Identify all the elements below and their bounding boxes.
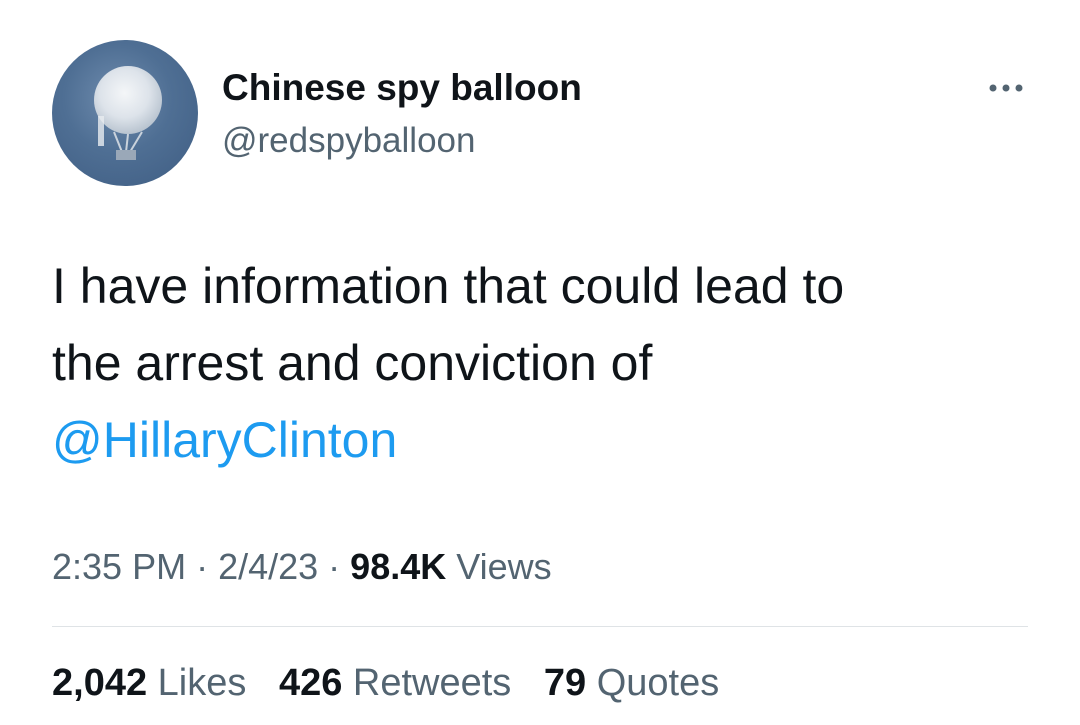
quotes-label: Quotes	[596, 662, 720, 704]
retweets-count: 426	[278, 662, 343, 704]
author-handle[interactable]: @redspyballoon	[222, 120, 475, 162]
tweet-text: I have information that could lead to th…	[52, 248, 1042, 479]
balloon-avatar-icon[interactable]	[52, 40, 198, 186]
tweet-card: Chinese spy balloon @redspyballoon I hav…	[0, 0, 1080, 725]
likes-count: 2,042	[52, 662, 148, 704]
views-count: 98.4K	[350, 546, 447, 587]
quotes-stat[interactable]: 79 Quotes	[544, 662, 719, 704]
tweet-meta: 2:35 PM · 2/4/23 · 98.4K Views	[52, 544, 552, 590]
tweet-time[interactable]: 2:35 PM	[52, 546, 186, 587]
meta-separator: ·	[186, 546, 219, 587]
divider	[52, 626, 1028, 627]
retweets-label: Retweets	[352, 662, 512, 704]
retweets-stat[interactable]: 426 Retweets	[279, 662, 511, 704]
quotes-count: 79	[543, 662, 587, 704]
likes-label: Likes	[157, 662, 247, 704]
tweet-text-line: I have information that could lead to	[52, 258, 845, 314]
likes-stat[interactable]: 2,042 Likes	[52, 662, 246, 704]
tweet-date[interactable]: 2/4/23	[218, 546, 318, 587]
meta-separator: ·	[318, 546, 351, 587]
views-label: Views	[456, 546, 552, 587]
mention-link[interactable]: @HillaryClinton	[52, 412, 397, 468]
tweet-text-line: the arrest and conviction of	[52, 335, 653, 391]
tweet-stats: 2,042 Likes 426 Retweets 79 Quotes	[52, 660, 741, 706]
more-options-icon[interactable]	[984, 78, 1028, 98]
author-display-name[interactable]: Chinese spy balloon	[222, 66, 582, 110]
